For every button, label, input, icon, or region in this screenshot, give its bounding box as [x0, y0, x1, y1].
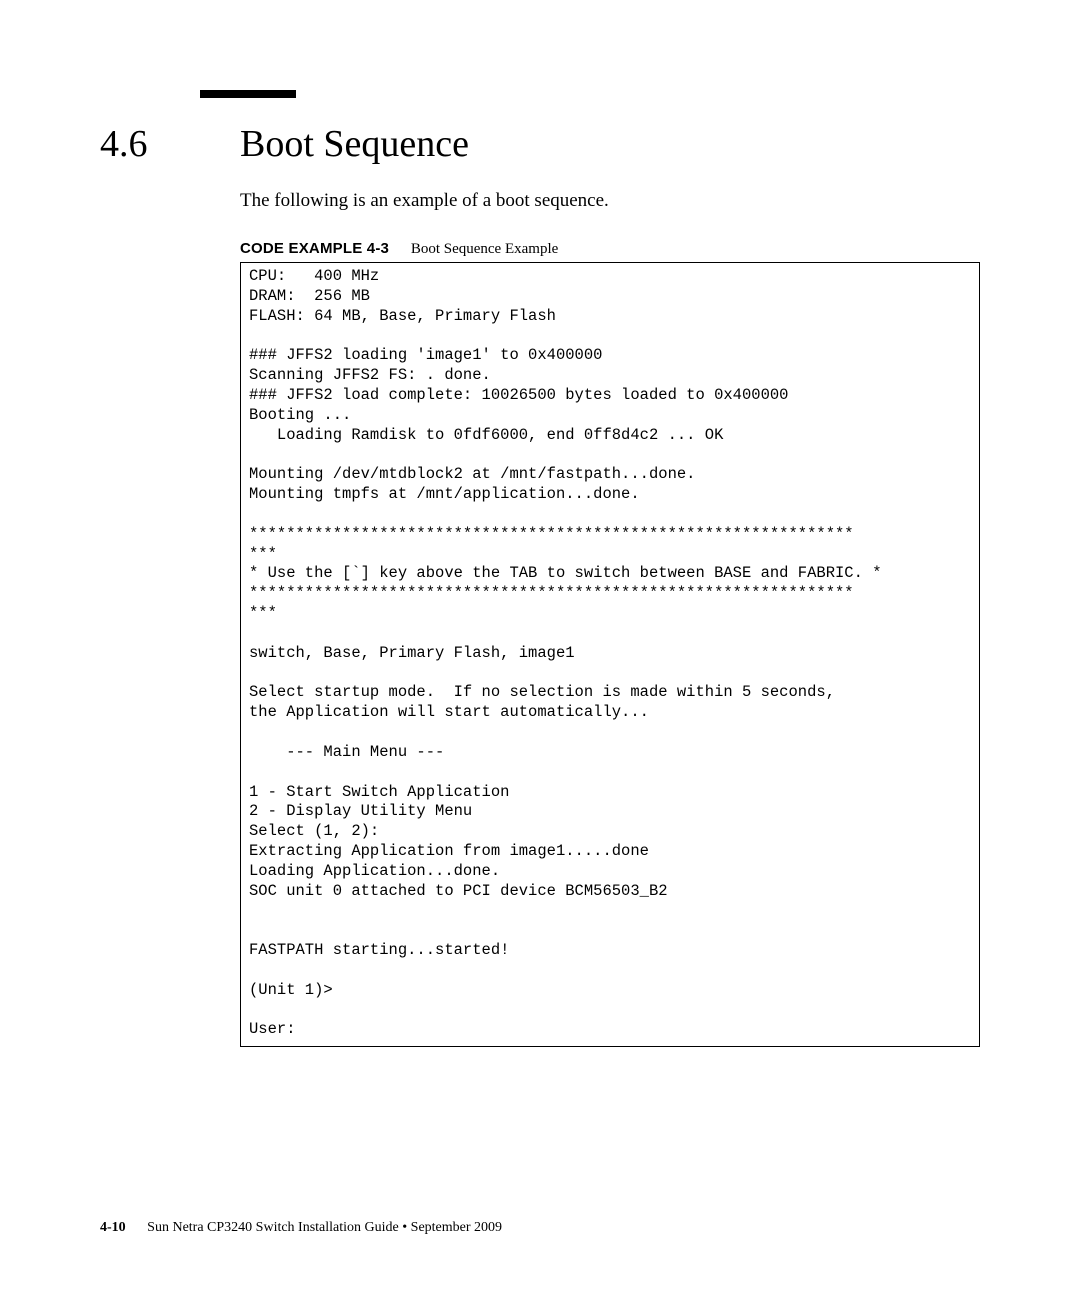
footer-text: Sun Netra CP3240 Switch Installation Gui… [147, 1220, 502, 1235]
section-intro: The following is an example of a boot se… [240, 190, 980, 212]
section-heading: 4.6 Boot Sequence [100, 122, 980, 166]
page-footer: 4-10 Sun Netra CP3240 Switch Installatio… [100, 1220, 502, 1236]
code-example-title: Boot Sequence Example [411, 241, 558, 257]
footer-page-number: 4-10 [100, 1220, 126, 1235]
code-example-caption: CODE EXAMPLE 4-3 Boot Sequence Example [240, 240, 980, 258]
code-example-content: CPU: 400 MHz DRAM: 256 MB FLASH: 64 MB, … [240, 262, 980, 1047]
document-page: 4.6 Boot Sequence The following is an ex… [0, 0, 1080, 1296]
section-rule [200, 90, 296, 98]
section-title: Boot Sequence [240, 122, 469, 166]
code-example-label: CODE EXAMPLE 4-3 [240, 240, 389, 257]
section-number: 4.6 [100, 122, 240, 166]
